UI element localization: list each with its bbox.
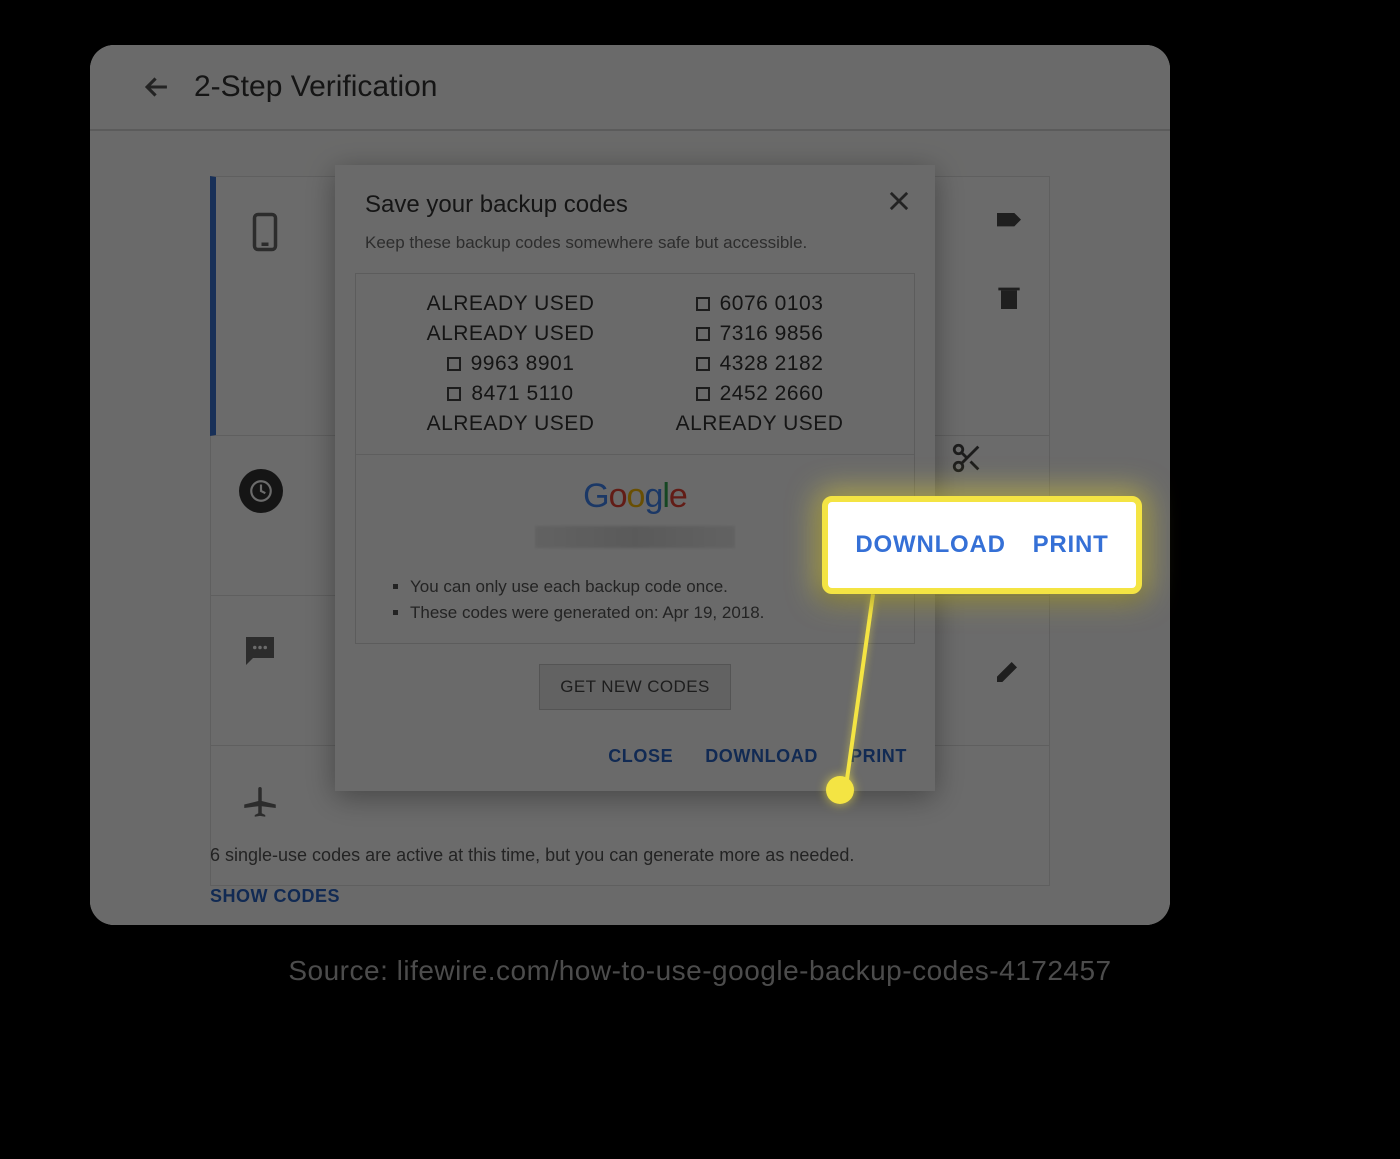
modal-subtitle: Keep these backup codes somewhere safe b… — [335, 227, 935, 273]
note-item: You can only use each backup code once. — [410, 574, 888, 600]
callout-pointer-dot — [826, 776, 854, 804]
backup-code: ALREADY USED — [427, 322, 595, 346]
backup-code: ALREADY USED — [427, 292, 595, 316]
footer-text: 6 single-use codes are active at this ti… — [210, 845, 1050, 866]
pencil-icon[interactable] — [993, 654, 1025, 686]
backup-code: 2452 2660 — [696, 382, 824, 406]
tag-icon[interactable] — [993, 205, 1025, 237]
scissors-icon — [950, 441, 984, 475]
message-icon — [239, 630, 281, 672]
backup-codes-footer: 6 single-use codes are active at this ti… — [210, 845, 1050, 907]
google-logo: Google — [583, 477, 687, 515]
back-arrow-icon[interactable] — [140, 70, 174, 104]
backup-code: 4328 2182 — [696, 352, 824, 376]
highlight-callout: DOWNLOAD PRINT — [822, 496, 1142, 594]
get-new-codes-button[interactable]: GET NEW CODES — [539, 664, 730, 710]
download-button[interactable]: DOWNLOAD — [705, 746, 818, 767]
redacted-account — [535, 526, 735, 548]
modal-title: Save your backup codes — [365, 191, 905, 219]
callout-print-button[interactable]: PRINT — [1033, 531, 1109, 559]
codes-column-left: ALREADY USED ALREADY USED 9963 8901 8471 51… — [386, 292, 635, 436]
screenshot-stage: 2-Step Verification — [90, 45, 1170, 925]
page-header: 2-Step Verification — [90, 45, 1170, 131]
print-button[interactable]: PRINT — [850, 746, 907, 767]
callout-download-button[interactable]: DOWNLOAD — [855, 531, 1005, 559]
page-title: 2-Step Verification — [194, 70, 437, 104]
airplane-icon — [239, 780, 281, 822]
note-item: These codes were generated on: Apr 19, 2… — [410, 600, 888, 626]
backup-code: 9963 8901 — [447, 352, 575, 376]
trash-icon[interactable] — [993, 281, 1025, 313]
backup-code: 7316 9856 — [696, 322, 824, 346]
backup-code: 8471 5110 — [447, 382, 573, 406]
show-codes-button[interactable]: SHOW CODES — [210, 886, 1050, 907]
close-icon[interactable] — [885, 187, 913, 215]
backup-code: 6076 0103 — [696, 292, 824, 316]
authenticator-icon — [239, 469, 283, 513]
backup-codes-modal: Save your backup codes Keep these backup… — [335, 165, 935, 791]
phone-icon — [244, 211, 286, 253]
source-caption: Source: lifewire.com/how-to-use-google-b… — [0, 955, 1400, 987]
backup-code: ALREADY USED — [676, 412, 844, 436]
backup-code: ALREADY USED — [427, 412, 595, 436]
close-button[interactable]: CLOSE — [608, 746, 673, 767]
codes-column-right: 6076 0103 7316 9856 4328 2182 2452 2660 ALRE… — [635, 292, 884, 436]
